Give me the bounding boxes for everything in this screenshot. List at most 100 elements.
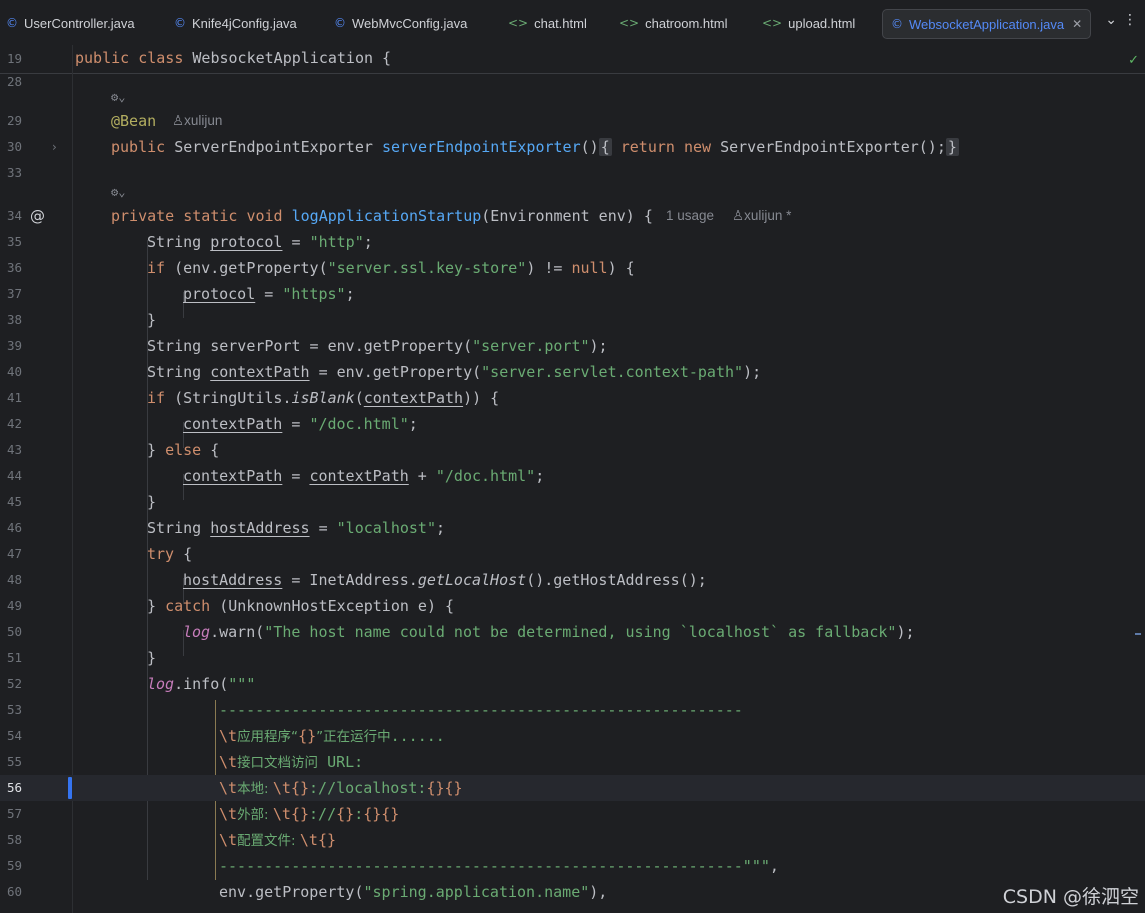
more-vertical-icon[interactable]: ⋮ [1123,12,1137,28]
line-number: 52 [6,676,22,691]
watermark-text: CSDN @徐泗空 [1002,886,1139,908]
code-line: 29 @Bean ♙xulijun [0,108,1145,134]
code-text: private static void logApplicationStartu… [111,207,653,225]
code-text: public ServerEndpointExporter serverEndp… [111,138,959,156]
bean-gutter-icon[interactable]: ⚙⌄ [111,86,125,108]
usage-hint[interactable]: 1 usage [666,203,714,229]
line-number: 29 [6,113,22,128]
code-line-current: 56 \t本地: \t{}://localhost:{}{} [0,775,1145,801]
code-text: protocol = "https"; [183,285,355,303]
code-text: ----------------------------------------… [219,701,743,719]
line-number: 59 [6,858,22,873]
bean-gutter-icon[interactable]: ⚙⌄ [111,181,125,203]
line-number: 41 [6,390,22,405]
close-icon[interactable]: ✕ [1072,17,1082,31]
author-hint[interactable]: ♙xulijun * [732,203,791,229]
code-text: \t配置文件: \t{} [219,831,337,849]
tab-label: UserController.java [24,15,135,31]
line-number: 56 [6,780,22,795]
code-text: if (env.getProperty("server.ssl.key-stor… [147,259,635,277]
tab-label: Knife4jConfig.java [192,15,297,31]
line-number: 40 [6,364,22,379]
html-file-icon: <> [619,16,640,30]
tab-usercontroller[interactable]: © UserController.java [6,8,135,38]
code-line: 48 hostAddress = InetAddress.getLocalHos… [0,567,1145,593]
code-text: \t应用程序“{}”正在运行中...... [219,727,445,745]
author-hint[interactable]: ♙xulijun [172,108,222,134]
line-number: 30 [6,139,22,154]
code-text: String serverPort = env.getProperty("ser… [147,337,608,355]
code-text: contextPath = contextPath + "/doc.html"; [183,467,545,485]
line-number: 39 [6,338,22,353]
line-number: 51 [6,650,22,665]
tab-label: chat.html [534,15,587,31]
line-number: 57 [6,806,22,821]
change-marker [68,777,72,799]
line-number: 44 [6,468,22,483]
line-number: 60 [6,884,22,899]
line-number: 58 [6,832,22,847]
line-number: 37 [6,286,22,301]
code-line: 41 if (StringUtils.isBlank(contextPath))… [0,385,1145,411]
code-line: 40 String contextPath = env.getProperty(… [0,359,1145,385]
tab-websocketapplication[interactable]: © WebsocketApplication.java ✕ [882,9,1092,39]
line-number: 53 [6,702,22,717]
author-name: xulijun [184,113,223,128]
java-class-icon: © [334,16,346,30]
scroll-marker [1135,633,1141,635]
html-file-icon: <> [762,16,783,30]
code-line: 35 String protocol = "http"; [0,229,1145,255]
code-text: hostAddress = InetAddress.getLocalHost()… [183,571,707,589]
line-number: 48 [6,572,22,587]
code-line: 53 -------------------------------------… [0,697,1145,723]
code-text: } [147,493,157,511]
code-text: } else { [147,441,220,459]
code-text: env.getProperty("spring.application.name… [219,883,608,901]
html-file-icon: <> [508,16,529,30]
code-line: 58 \t配置文件: \t{} [0,827,1145,853]
code-text: \t外部: \t{}://{}:{}{} [219,805,400,823]
code-line: 50 log.warn("The host name could not be … [0,619,1145,645]
code-editor[interactable]: 28 ⚙⌄ 29 @Bean ♙xulijun 30 › public Serv… [0,45,1145,913]
override-at-icon[interactable]: @ [30,203,45,229]
code-line: ⚙⌄ [0,86,1145,108]
code-line: 42 contextPath = "/doc.html"; [0,411,1145,437]
line-number: 38 [6,312,22,327]
code-text: ----------------------------------------… [219,857,779,875]
editor-tab-bar: © UserController.java © Knife4jConfig.ja… [0,0,1145,46]
code-text: log.warn("The host name could not be det… [183,623,915,641]
code-line: 57 \t外部: \t{}://{}:{}{} [0,801,1145,827]
code-line: ⚙⌄ [0,181,1145,203]
code-line: 30 › public ServerEndpointExporter serve… [0,134,1145,160]
code-line: 46 String hostAddress = "localhost"; [0,515,1145,541]
code-line: 47 try { [0,541,1145,567]
line-number: 54 [6,728,22,743]
code-line: 36 if (env.getProperty("server.ssl.key-s… [0,255,1145,281]
tab-chatroom-html[interactable]: <> chatroom.html [619,8,727,38]
tab-webmvcconfig[interactable]: © WebMvcConfig.java [334,8,467,38]
code-text: contextPath = "/doc.html"; [183,415,418,433]
code-line: 44 contextPath = contextPath + "/doc.htm… [0,463,1145,489]
code-text: log.info(""" [147,675,256,693]
user-icon: ♙ [732,208,745,223]
line-number: 35 [6,234,22,249]
java-class-icon: © [6,16,18,30]
line-number: 43 [6,442,22,457]
java-class-icon: © [891,17,903,31]
tab-upload-html[interactable]: <> upload.html [762,8,855,38]
code-text: String contextPath = env.getProperty("se… [147,363,762,381]
line-number: 42 [6,416,22,431]
chevron-down-icon[interactable]: ⌄ [1105,12,1117,28]
code-text: String hostAddress = "localhost"; [147,519,446,537]
fold-arrow-icon[interactable]: › [52,134,57,160]
code-text: } [147,649,157,667]
tab-label: WebsocketApplication.java [909,16,1065,32]
java-class-icon: © [174,16,186,30]
code-line: 43 } else { [0,437,1145,463]
tab-label: WebMvcConfig.java [352,15,468,31]
line-number: 34 [6,208,22,223]
tab-knife4jconfig[interactable]: © Knife4jConfig.java [174,8,297,38]
tab-label: chatroom.html [645,15,728,31]
tab-chat-html[interactable]: <> chat.html [508,8,587,38]
code-line: 39 String serverPort = env.getProperty("… [0,333,1145,359]
